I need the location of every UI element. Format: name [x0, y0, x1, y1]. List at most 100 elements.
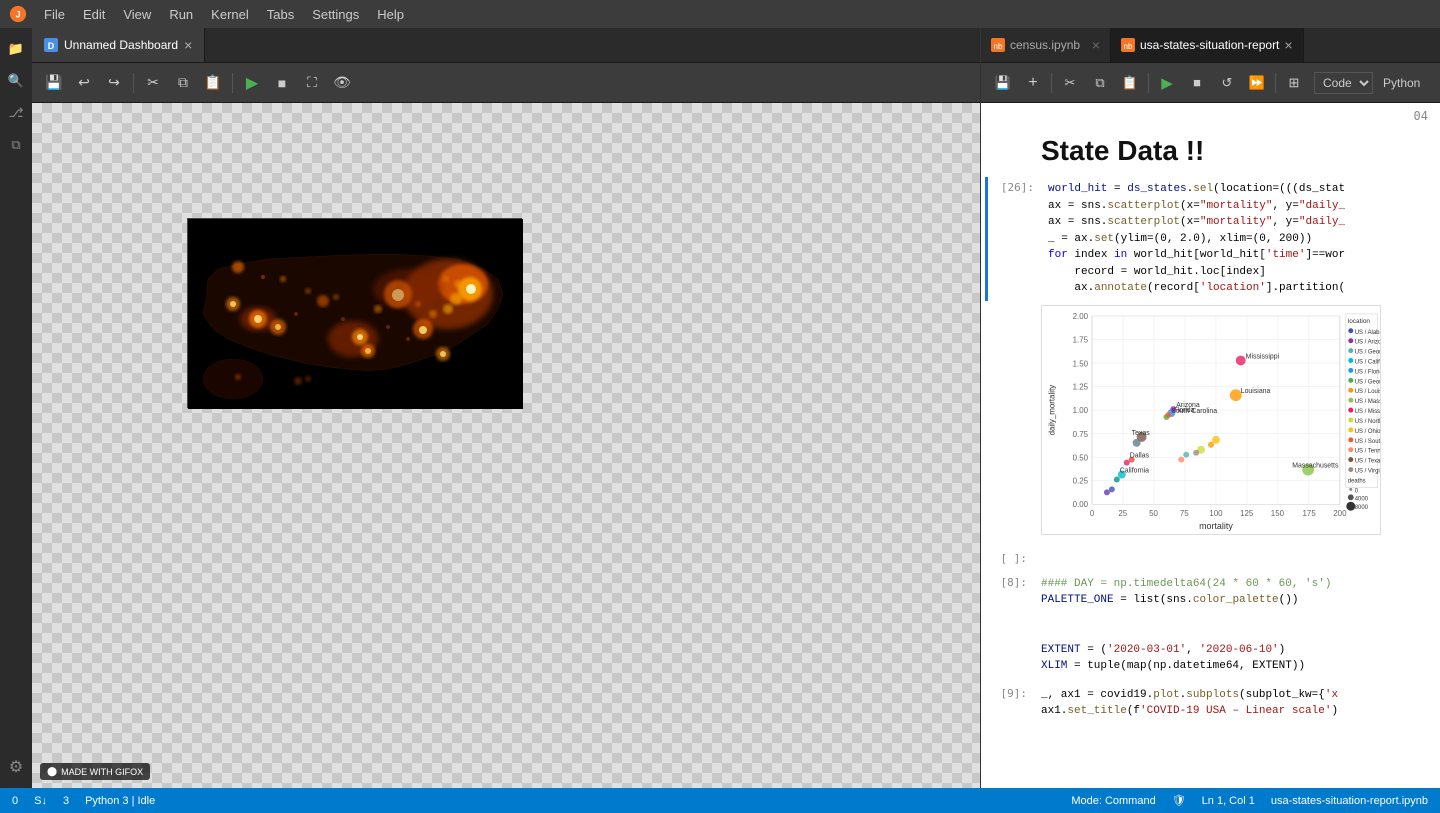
fullscreen-button[interactable]: ⛶: [298, 69, 326, 97]
cell-26-body: world_hit = ds_states.sel(location=(((ds…: [1040, 177, 1440, 301]
left-sidebar: 📁 🔍 ⎇ ⧉ ⚙: [0, 28, 32, 788]
cell-9[interactable]: [9]: _, ax1 = covid19.plot.subplots(subp…: [981, 683, 1440, 724]
stop-button[interactable]: ■: [268, 69, 296, 97]
right-restart-button[interactable]: ↺: [1213, 69, 1241, 97]
svg-text:1.25: 1.25: [1073, 382, 1089, 391]
menu-help[interactable]: Help: [369, 5, 412, 24]
tab-usa-states[interactable]: nb usa-states-situation-report ×: [1111, 28, 1304, 62]
left-toolbar: 💾 ↩ ↪ ✂ ⧉ 📋 ▶ ■ ⛶ 👁: [32, 63, 980, 103]
svg-text:0.00: 0.00: [1073, 500, 1089, 509]
cell-empty[interactable]: [ ]:: [981, 548, 1440, 568]
right-cut-button[interactable]: ✂: [1056, 69, 1084, 97]
cell-8[interactable]: [8]: #### DAY = np.timedelta64(24 * 60 *…: [981, 572, 1440, 679]
menu-settings[interactable]: Settings: [304, 5, 367, 24]
right-paste-button[interactable]: 📋: [1116, 69, 1144, 97]
kernel-label: Python: [1383, 76, 1420, 90]
status-zero: 0: [12, 795, 18, 807]
right-grid-button[interactable]: ⊞: [1280, 69, 1308, 97]
right-tab-bar: nb census.ipynb × nb usa-states-situatio…: [981, 28, 1440, 63]
svg-text:US / Ohio: US / Ohio: [1355, 428, 1381, 434]
menu-kernel[interactable]: Kernel: [203, 5, 257, 24]
svg-text:150: 150: [1271, 509, 1285, 518]
right-sep-3: [1275, 73, 1276, 93]
cell-empty-label: [ ]:: [981, 548, 1033, 565]
status-three: 3: [63, 795, 69, 807]
right-run-button[interactable]: ▶: [1153, 69, 1181, 97]
copy-button[interactable]: ⧉: [169, 69, 197, 97]
save-button[interactable]: 💾: [40, 69, 68, 97]
svg-text:4000: 4000: [1355, 496, 1369, 502]
svg-text:daily_mortality: daily_mortality: [1047, 384, 1056, 435]
svg-text:US / Georgia: US / Georgia: [1355, 349, 1381, 355]
svg-text:Massachusetts: Massachusetts: [1292, 462, 1339, 469]
cell-type-dropdown[interactable]: Code: [1314, 72, 1373, 94]
left-tab-active[interactable]: D Unnamed Dashboard ×: [32, 28, 205, 62]
sidebar-icon-extensions[interactable]: ⧉: [3, 132, 29, 158]
svg-text:US / Virginia: US / Virginia: [1355, 468, 1381, 474]
svg-text:US / Louisiana: US / Louisiana: [1355, 389, 1381, 395]
status-bar: 0 S↓ 3 Python 3 | Idle Mode: Command 🛡 L…: [0, 788, 1440, 813]
svg-text:US / Texas: US / Texas: [1355, 458, 1381, 464]
preview-button[interactable]: 👁: [328, 69, 356, 97]
cut-button[interactable]: ✂: [139, 69, 167, 97]
status-cursor: Ln 1, Col 1: [1202, 795, 1255, 807]
usa-states-tab-close[interactable]: ×: [1284, 37, 1292, 53]
svg-text:1.50: 1.50: [1073, 359, 1089, 368]
sidebar-icon-git[interactable]: ⎇: [3, 100, 29, 126]
cell-8-label: [8]:: [981, 572, 1033, 589]
scatter-plot-container: 2.00 1.75 1.50 1.25 1.00 0.75 0.50 0.25 …: [1033, 301, 1440, 544]
redo-button[interactable]: ↪: [100, 69, 128, 97]
right-copy-button[interactable]: ⧉: [1086, 69, 1114, 97]
svg-text:125: 125: [1240, 509, 1254, 518]
cell-9-code: _, ax1 = covid19.plot.subplots(subplot_k…: [1041, 687, 1432, 720]
main-area: 📁 🔍 ⎇ ⧉ ⚙ D Unnamed Dashboard × 💾 ↩ ↪ ✂: [0, 28, 1440, 788]
svg-text:nb: nb: [1124, 42, 1133, 51]
census-tab-close[interactable]: ×: [1092, 37, 1100, 53]
gifox-label: MADE WITH GIFOX: [61, 767, 143, 777]
notebook-content[interactable]: 04 State Data !! [26]: world_hit = ds_st…: [981, 103, 1440, 788]
dashboard-canvas[interactable]: ⬤ MADE WITH GIFOX: [32, 103, 980, 788]
tab-census[interactable]: nb census.ipynb ×: [981, 28, 1111, 62]
menu-view[interactable]: View: [115, 5, 159, 24]
right-run-all-button[interactable]: ⏩: [1243, 69, 1271, 97]
status-kernel: Python 3 | Idle: [85, 795, 155, 807]
usa-states-tab-icon: nb: [1121, 38, 1135, 52]
cell-26[interactable]: [26]: world_hit = ds_states.sel(location…: [985, 177, 1440, 301]
sidebar-icon-settings[interactable]: ⚙: [3, 754, 29, 780]
cell-8-code: #### DAY = np.timedelta64(24 * 60 * 60, …: [1041, 576, 1432, 675]
run-button[interactable]: ▶: [238, 69, 266, 97]
cell-26-label: [26]:: [988, 177, 1040, 194]
svg-text:US / North Carolina: US / North Carolina: [1355, 418, 1381, 424]
status-s-down: S↓: [34, 795, 47, 807]
svg-text:25: 25: [1118, 509, 1127, 518]
cell-empty-body[interactable]: [1033, 548, 1440, 568]
menu-tabs[interactable]: Tabs: [259, 5, 302, 24]
svg-text:J: J: [15, 10, 20, 20]
heading-section: State Data !!: [981, 125, 1440, 177]
cell-8-body: #### DAY = np.timedelta64(24 * 60 * 60, …: [1033, 572, 1440, 679]
usa-map-widget[interactable]: [187, 218, 522, 408]
right-toolbar: 💾 + ✂ ⧉ 📋 ▶ ■ ↺ ⏩ ⊞ Code Python: [981, 63, 1440, 103]
svg-text:1.75: 1.75: [1073, 335, 1089, 344]
menu-file[interactable]: File: [36, 5, 73, 24]
menu-edit[interactable]: Edit: [75, 5, 113, 24]
svg-text:US / South Carolina: US / South Carolina: [1355, 438, 1381, 444]
left-tab-close[interactable]: ×: [184, 37, 192, 53]
sidebar-icon-search[interactable]: 🔍: [3, 68, 29, 94]
undo-button[interactable]: ↩: [70, 69, 98, 97]
paste-button[interactable]: 📋: [199, 69, 227, 97]
status-right: Mode: Command 🛡 Ln 1, Col 1 usa-states-s…: [1071, 794, 1428, 807]
left-tab-label: Unnamed Dashboard: [64, 38, 178, 52]
right-stop-button[interactable]: ■: [1183, 69, 1211, 97]
right-sep-2: [1148, 73, 1149, 93]
menu-run[interactable]: Run: [161, 5, 201, 24]
right-save-button[interactable]: 💾: [989, 69, 1017, 97]
svg-text:US / Alabama: US / Alabama: [1355, 329, 1381, 335]
svg-text:US / California: US / California: [1355, 359, 1381, 365]
sidebar-icon-folder[interactable]: 📁: [3, 36, 29, 62]
svg-text:US / Georgia: US / Georgia: [1355, 379, 1381, 385]
gifox-badge: ⬤ MADE WITH GIFOX: [40, 763, 150, 780]
right-add-cell-button[interactable]: +: [1019, 69, 1047, 97]
gifox-icon: ⬤: [47, 766, 57, 777]
cell-9-body: _, ax1 = covid19.plot.subplots(subplot_k…: [1033, 683, 1440, 724]
